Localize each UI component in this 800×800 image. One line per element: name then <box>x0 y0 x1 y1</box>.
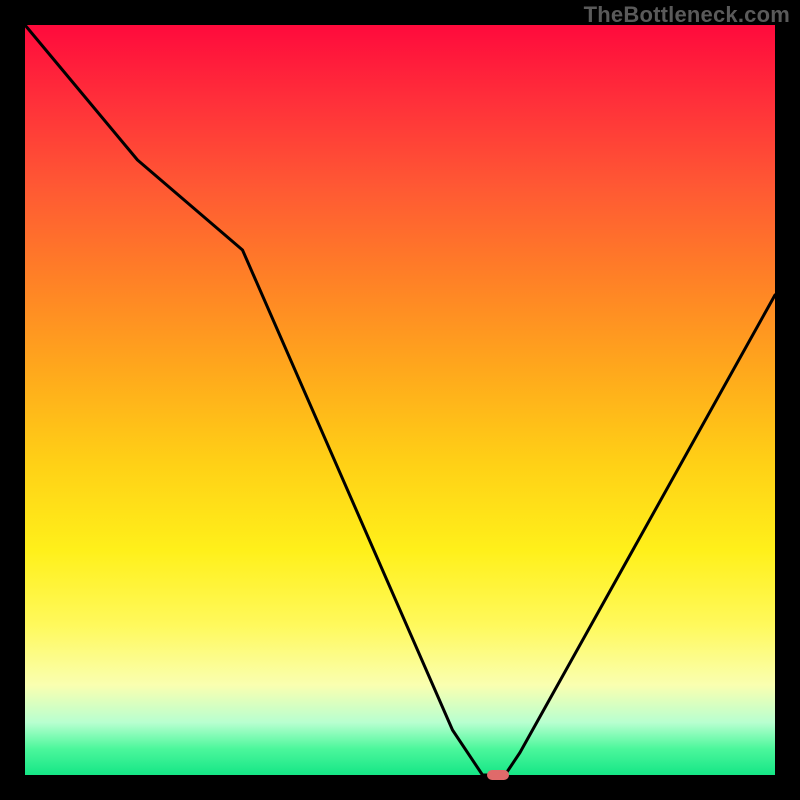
chart-frame: TheBottleneck.com <box>0 0 800 800</box>
bottleneck-curve <box>25 25 775 775</box>
plot-area <box>25 25 775 775</box>
watermark-text: TheBottleneck.com <box>584 2 790 28</box>
optimal-point-marker <box>487 770 509 780</box>
